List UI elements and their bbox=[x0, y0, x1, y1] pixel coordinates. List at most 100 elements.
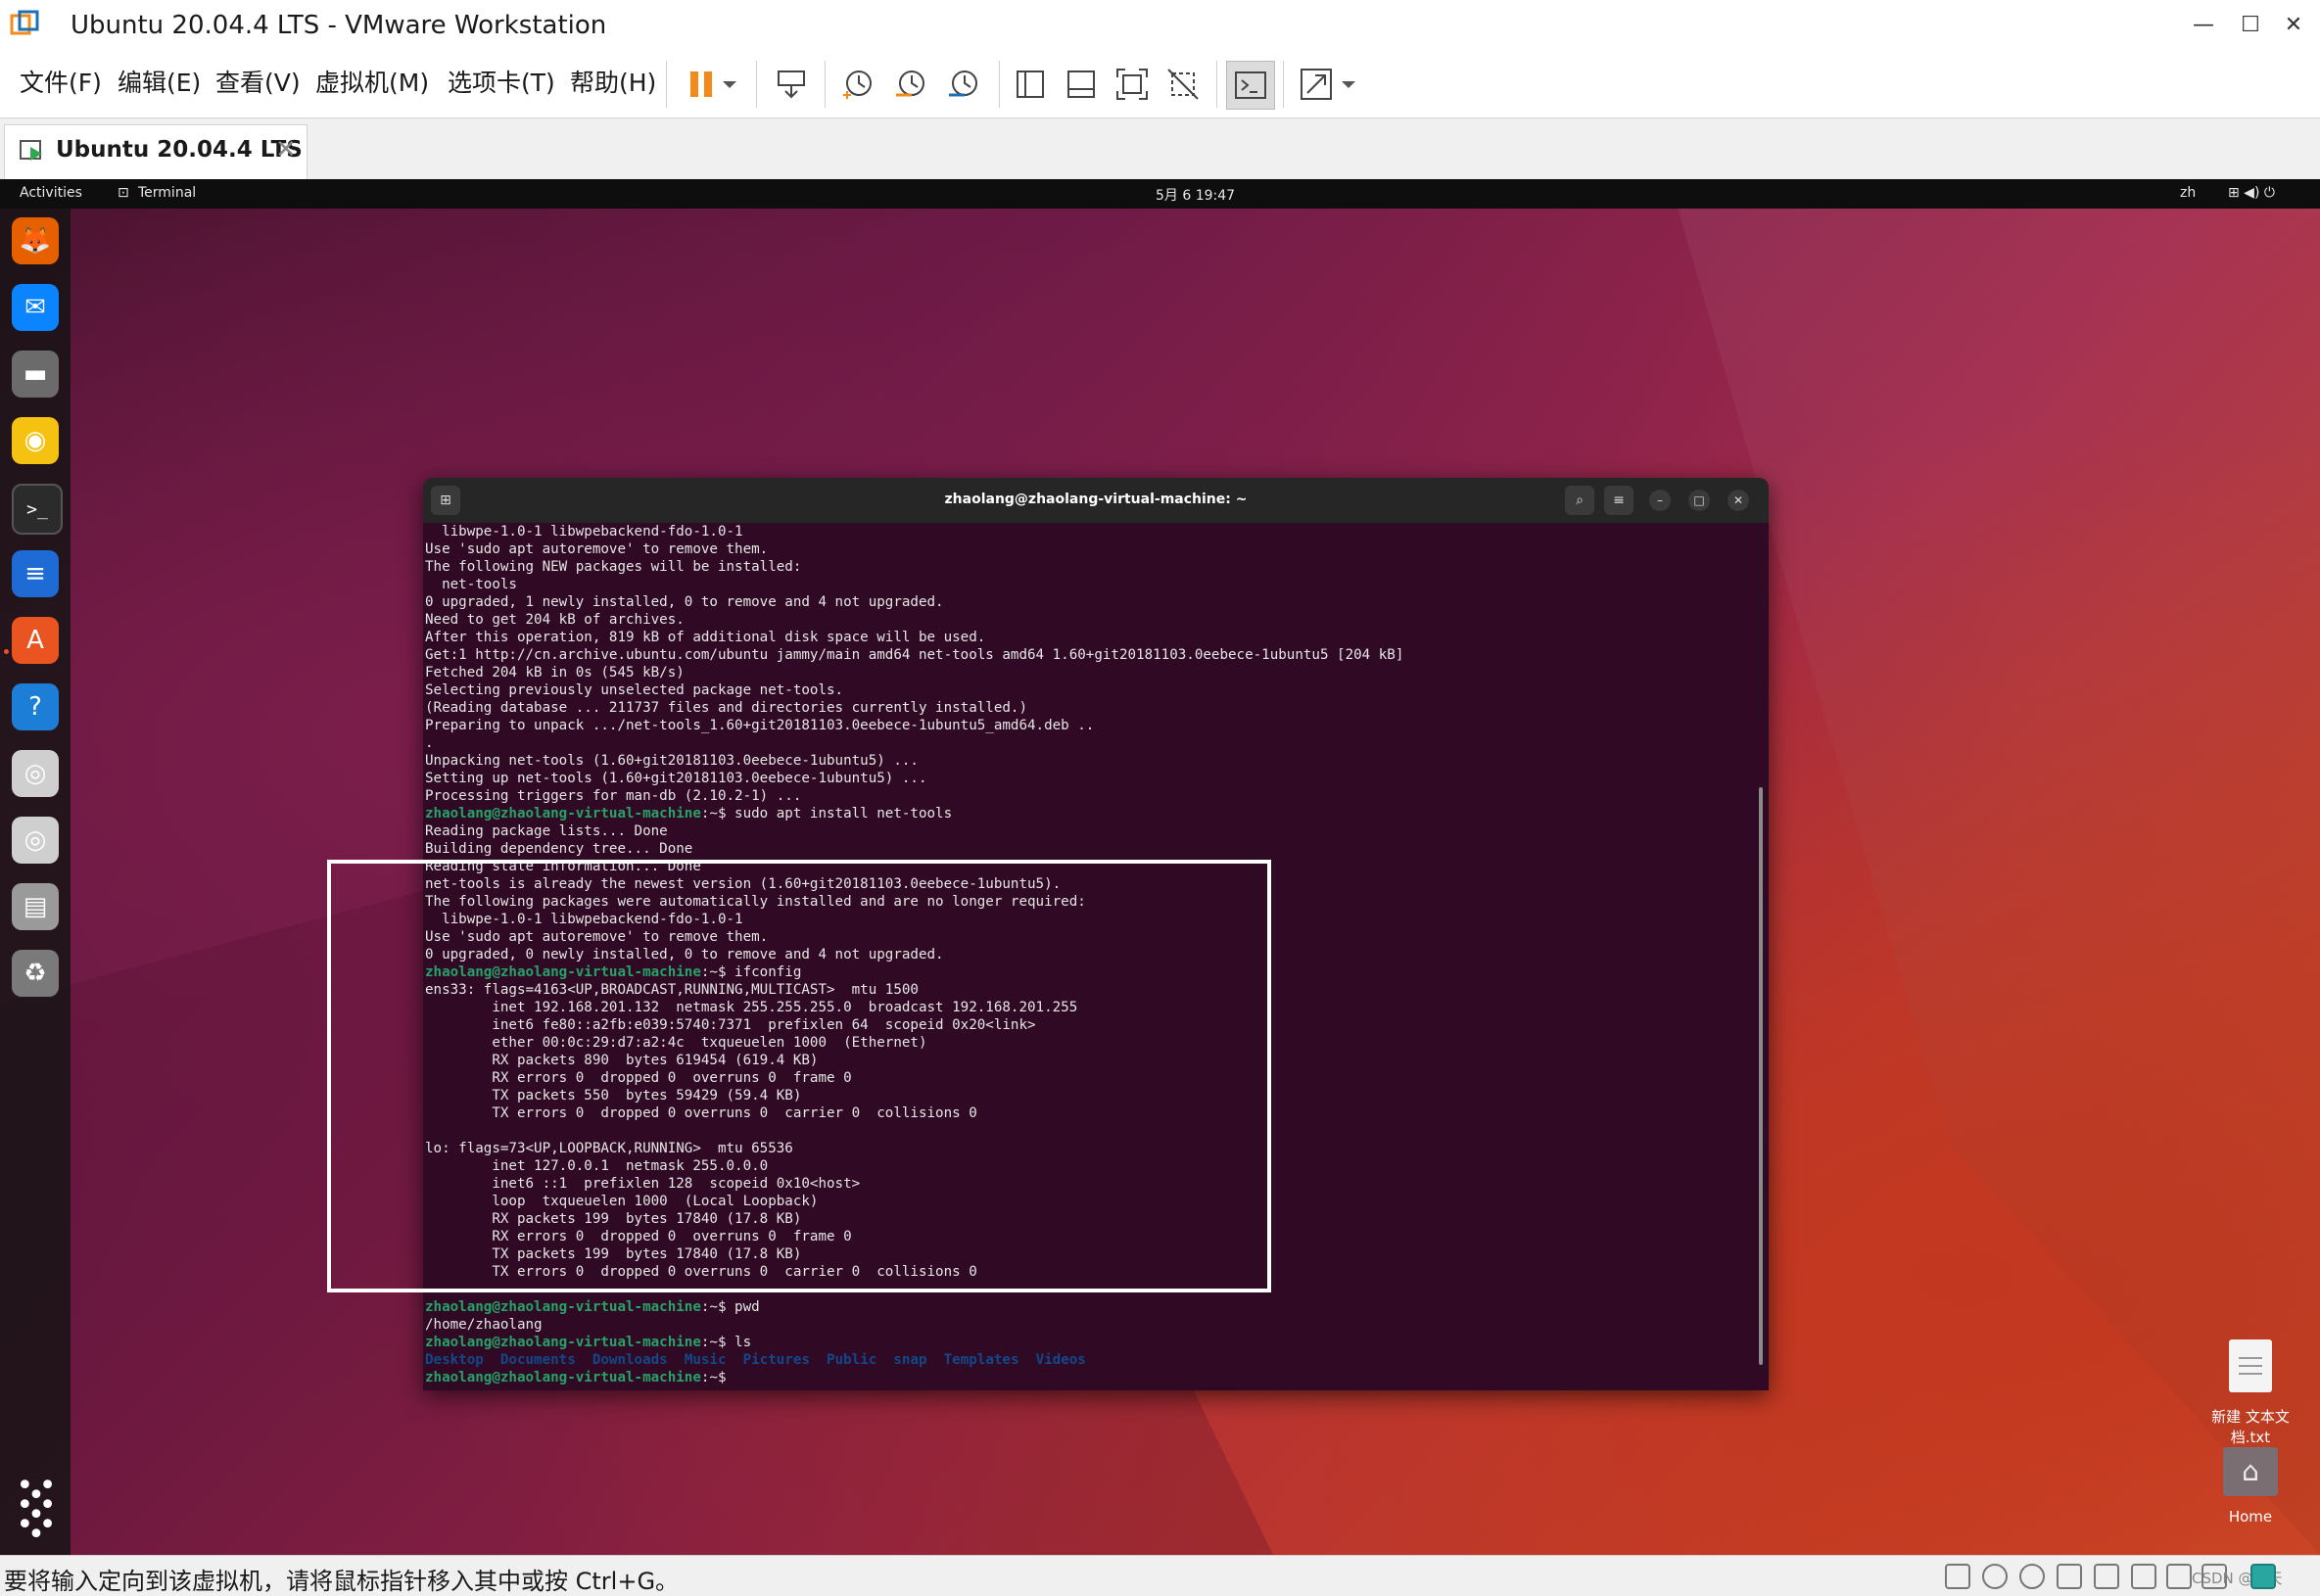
menu-tabs[interactable]: 选项卡(T) bbox=[448, 67, 555, 100]
terminal-line: zhaolang@zhaolang-virtual-machine:~$ sud… bbox=[425, 805, 952, 822]
text-file-icon bbox=[2229, 1339, 2272, 1392]
vmware-logo-icon bbox=[10, 10, 39, 39]
firefox-icon[interactable]: 🦊 bbox=[12, 217, 59, 264]
stretch-guest-button[interactable] bbox=[1293, 61, 1340, 108]
cd-rom-icon[interactable] bbox=[1982, 1564, 2008, 1589]
disc-icon-2[interactable]: ◎ bbox=[12, 817, 59, 864]
thunderbird-icon[interactable]: ✉ bbox=[12, 284, 59, 331]
minimize-icon[interactable]: – bbox=[1649, 490, 1671, 511]
terminal-line: 0 upgraded, 1 newly installed, 0 to remo… bbox=[425, 594, 944, 610]
clock[interactable]: 5月 6 19:47 bbox=[1156, 185, 1235, 205]
input-language[interactable]: zh bbox=[2180, 185, 2196, 201]
system-tray-icons[interactable]: ⊞ ◀) ⏻ bbox=[2228, 185, 2275, 201]
snapshot-icon bbox=[843, 70, 872, 99]
stretch-dropdown-button[interactable] bbox=[1334, 61, 1363, 108]
floppy-icon[interactable] bbox=[2057, 1564, 2082, 1589]
terminal-icon[interactable]: >_ bbox=[12, 484, 63, 535]
hard-disk-icon[interactable] bbox=[1945, 1564, 1970, 1589]
send-ctrl-alt-del-button[interactable] bbox=[768, 61, 815, 108]
shell-prompt: zhaolang@zhaolang-virtual-machine bbox=[425, 1299, 701, 1315]
close-icon[interactable]: ✕ bbox=[1728, 490, 1749, 511]
terminal-line: Reading package lists... Done bbox=[425, 823, 668, 839]
terminal-line: Unpacking net-tools (1.60+git20181103.0e… bbox=[425, 753, 919, 769]
tab-ubuntu-vm[interactable]: Ubuntu 20.04.4 LTS ✕ bbox=[4, 124, 308, 180]
toolbar-separator bbox=[999, 61, 1000, 108]
software-icon[interactable]: A bbox=[12, 617, 59, 664]
terminal-line: libwpe-1.0-1 libwpebackend-fdo-1.0-1 bbox=[425, 524, 743, 540]
disc-icon[interactable]: ◎ bbox=[12, 750, 59, 797]
directory-entry: Pictures bbox=[742, 1352, 828, 1368]
full-screen-button[interactable] bbox=[1109, 61, 1156, 108]
help-icon[interactable]: ? bbox=[12, 683, 59, 730]
cd-rom-icon-2[interactable] bbox=[2019, 1564, 2045, 1589]
chevron-down-icon bbox=[1342, 81, 1355, 88]
directory-entry: Documents bbox=[499, 1352, 592, 1368]
menu-edit[interactable]: 编辑(E) bbox=[118, 67, 201, 100]
floppy-icon[interactable]: ▤ bbox=[12, 883, 59, 930]
pause-dropdown-button[interactable] bbox=[715, 61, 744, 108]
command-text: :~$ pwd bbox=[700, 1299, 760, 1315]
keyboard-send-icon bbox=[778, 70, 805, 99]
revert-snapshot-button[interactable] bbox=[887, 61, 934, 108]
hamburger-menu-icon[interactable]: ≡ bbox=[1604, 486, 1633, 515]
shell-prompt: zhaolang@zhaolang-virtual-machine bbox=[425, 1335, 701, 1350]
terminal-line: Need to get 204 kB of archives. bbox=[425, 612, 685, 628]
guest-display[interactable]: Activities ⊡ Terminal 5月 6 19:47 zh ⊞ ◀)… bbox=[0, 179, 2320, 1555]
show-library-button[interactable] bbox=[1007, 61, 1054, 108]
terminal-line: The following NEW packages will be insta… bbox=[425, 559, 802, 575]
command-text: :~$ sudo apt install net-tools bbox=[700, 806, 953, 821]
terminal-line: /home/zhaolang bbox=[425, 1317, 543, 1333]
home-folder-icon: ⌂ bbox=[2223, 1447, 2278, 1496]
running-indicator bbox=[4, 649, 9, 654]
library-icon bbox=[1017, 70, 1044, 98]
terminal-line: zhaolang@zhaolang-virtual-machine:~$ bbox=[425, 1369, 734, 1386]
terminal-scrollbar[interactable] bbox=[1759, 787, 1763, 1365]
menu-vm[interactable]: 虚拟机(M) bbox=[315, 67, 429, 100]
rhythmbox-icon[interactable]: ◉ bbox=[12, 417, 59, 464]
chevron-down-icon bbox=[723, 81, 736, 88]
writer-icon[interactable]: ≡ bbox=[12, 550, 59, 597]
activities-button[interactable]: Activities bbox=[20, 185, 82, 201]
maximize-button[interactable]: ☐ bbox=[2231, 8, 2270, 43]
message-log-icon[interactable] bbox=[2250, 1564, 2276, 1589]
unity-mode-button[interactable] bbox=[1160, 61, 1207, 108]
menu-help[interactable]: 帮助(H) bbox=[570, 67, 656, 100]
menu-file[interactable]: 文件(F) bbox=[20, 67, 102, 100]
minimize-button[interactable]: — bbox=[2184, 8, 2223, 43]
active-app-menu[interactable]: Terminal bbox=[138, 185, 196, 201]
directory-entry: Music bbox=[684, 1352, 743, 1368]
window-titlebar: Ubuntu 20.04.4 LTS - VMware Workstation … bbox=[0, 0, 2320, 52]
desktop-file-new-txt[interactable]: 新建 文本文档.txt bbox=[2192, 1339, 2309, 1447]
maximize-icon[interactable]: □ bbox=[1688, 490, 1710, 511]
directory-entry: Desktop bbox=[425, 1352, 500, 1368]
search-icon[interactable]: ⌕ bbox=[1565, 486, 1594, 515]
shell-prompt: zhaolang@zhaolang-virtual-machine bbox=[425, 1370, 701, 1385]
console-view-button[interactable] bbox=[1226, 61, 1275, 110]
menu-view[interactable]: 查看(V) bbox=[215, 67, 301, 100]
snapshot-manager-button[interactable] bbox=[940, 61, 987, 108]
unity-icon bbox=[1167, 69, 1199, 100]
take-snapshot-button[interactable] bbox=[834, 61, 881, 108]
network-adapter-icon[interactable] bbox=[2094, 1564, 2119, 1589]
directory-entry: Public bbox=[827, 1352, 894, 1368]
close-button[interactable]: ✕ bbox=[2274, 8, 2313, 43]
trash-icon[interactable]: ♻ bbox=[12, 950, 59, 997]
gnome-top-bar: Activities ⊡ Terminal 5月 6 19:47 zh ⊞ ◀)… bbox=[0, 179, 2320, 209]
directory-entry: Videos bbox=[1035, 1352, 1086, 1368]
desktop-home-folder[interactable]: ⌂ Home bbox=[2192, 1447, 2309, 1526]
command-text: :~$ ls bbox=[700, 1335, 752, 1350]
fullscreen-icon bbox=[1116, 69, 1148, 100]
tab-close-icon[interactable]: ✕ bbox=[275, 135, 297, 164]
usb-device-icon[interactable] bbox=[2131, 1564, 2156, 1589]
shell-prompt: zhaolang@zhaolang-virtual-machine bbox=[425, 806, 701, 821]
terminal-line: Setting up net-tools (1.60+git20181103.0… bbox=[425, 771, 927, 786]
thumbnail-bar-button[interactable] bbox=[1058, 61, 1105, 108]
show-apps-grid-icon[interactable]: • • • • • • • • • bbox=[16, 1472, 57, 1550]
printer-icon[interactable] bbox=[2166, 1564, 2192, 1589]
files-icon[interactable]: ▬ bbox=[12, 351, 59, 398]
toolbar-separator bbox=[666, 61, 667, 108]
directory-entry: snap bbox=[893, 1352, 944, 1368]
snapshot-manager-icon bbox=[949, 70, 977, 97]
terminal-app-icon: ⊡ bbox=[118, 185, 129, 201]
toolbar-separator bbox=[825, 61, 826, 108]
